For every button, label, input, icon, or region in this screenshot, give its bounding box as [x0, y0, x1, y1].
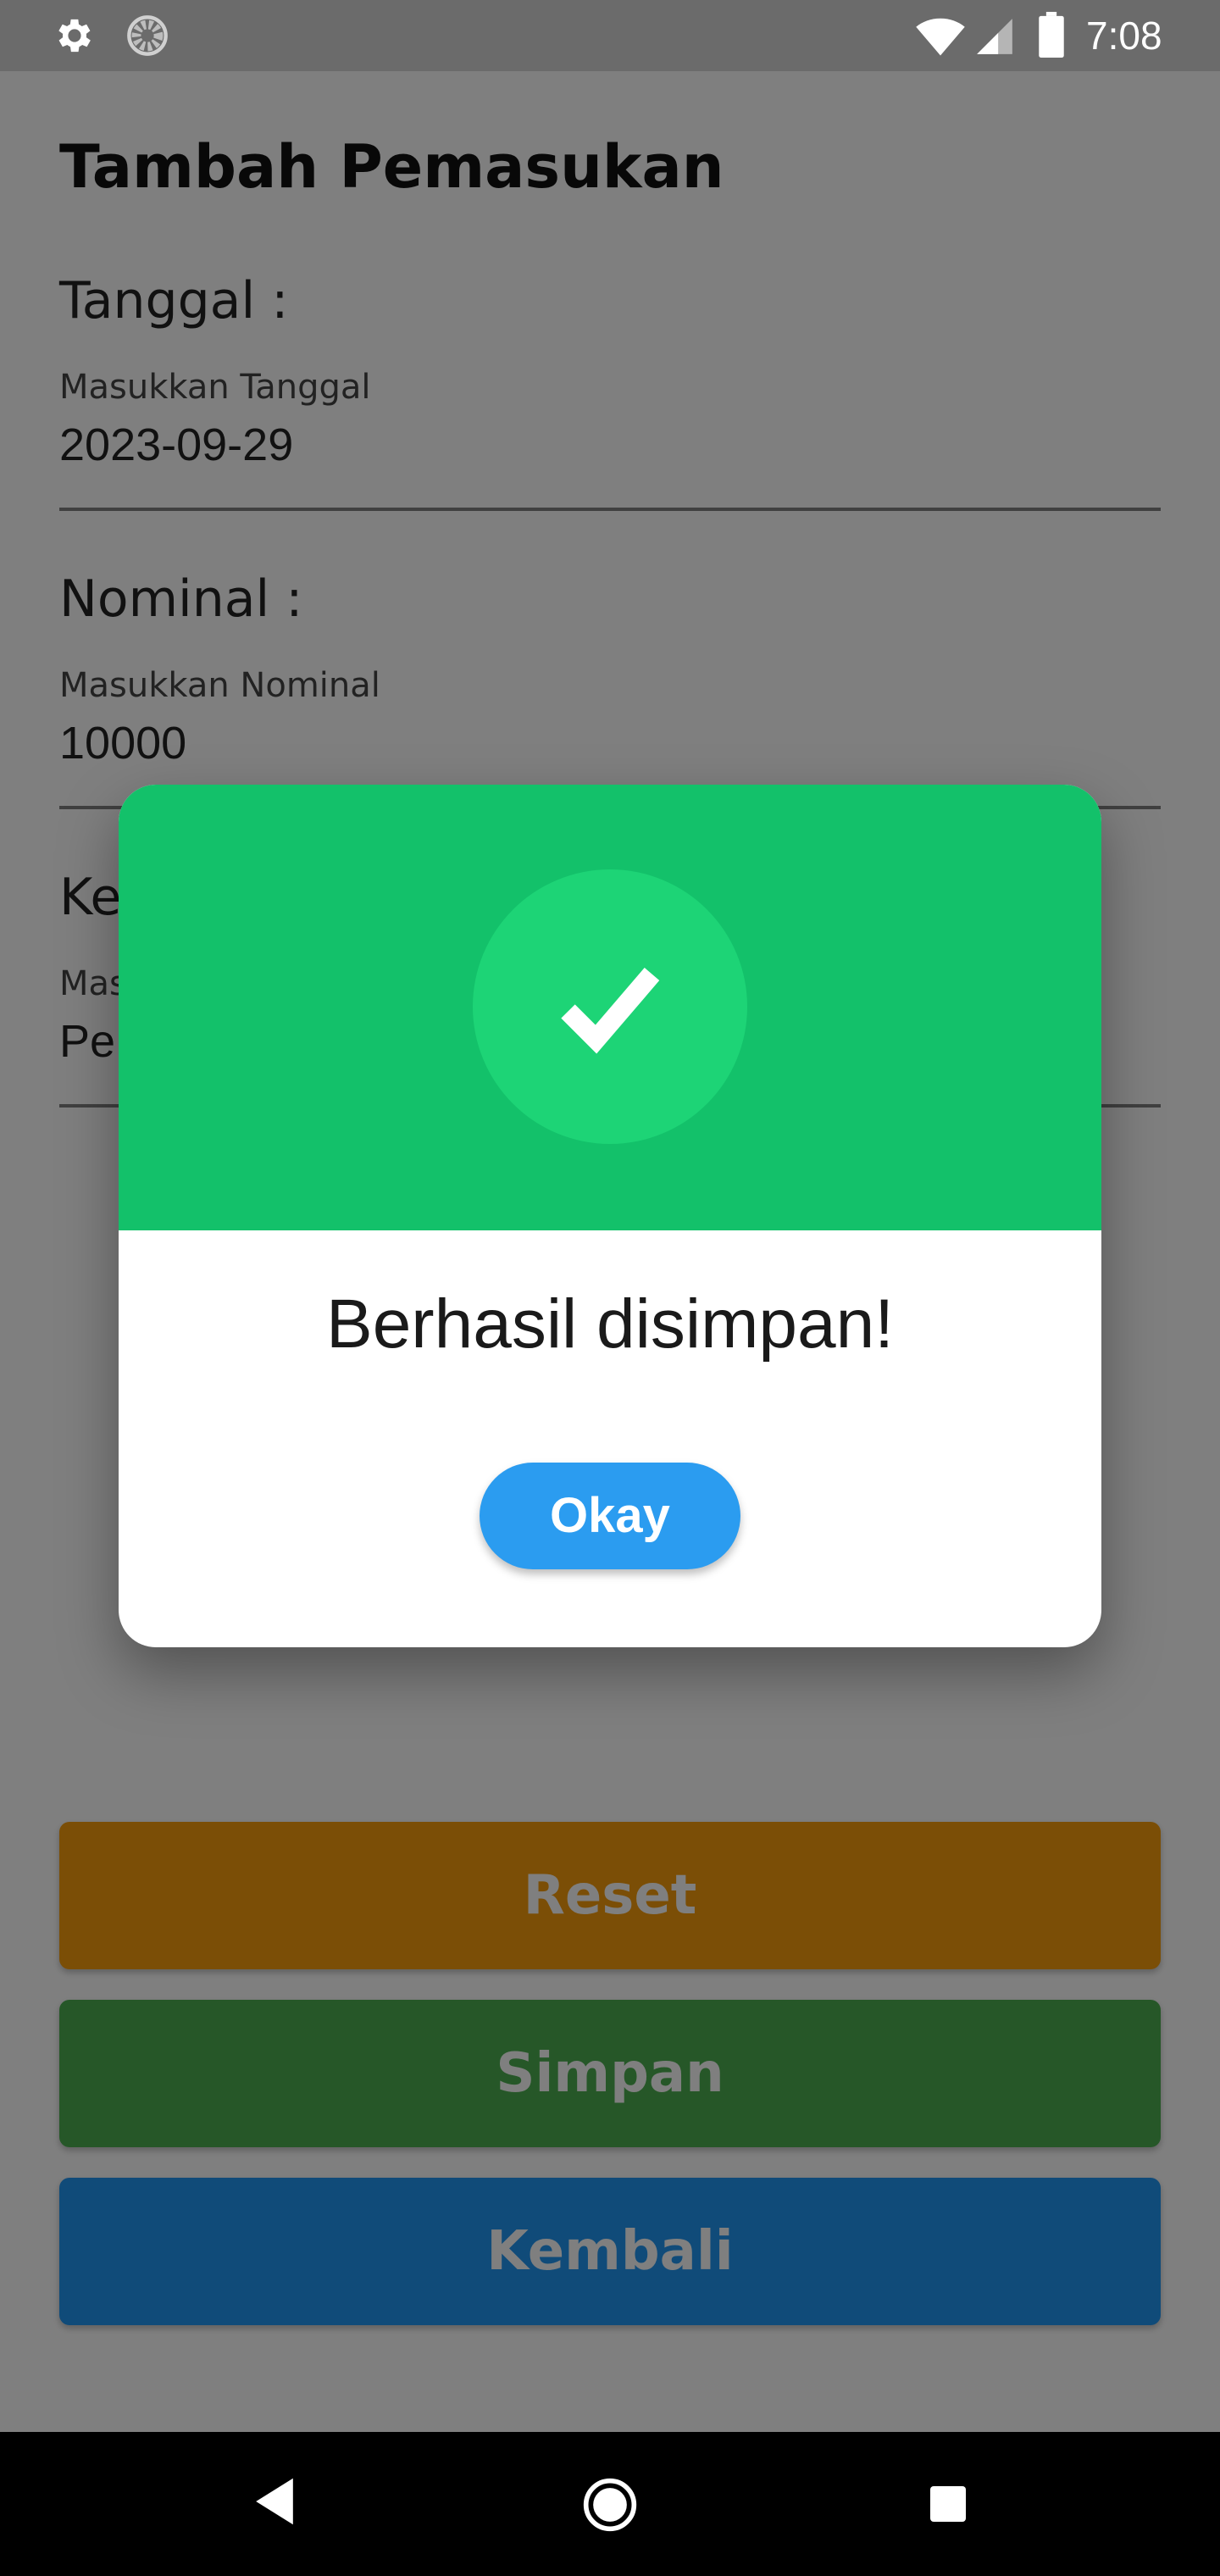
- back-icon[interactable]: [251, 2476, 298, 2527]
- wifi-icon: [916, 18, 965, 56]
- dialog-message: Berhasil disimpan!: [326, 1285, 894, 1363]
- battery-icon: [1039, 12, 1064, 58]
- spinner-icon: [127, 15, 168, 56]
- success-dialog: Berhasil disimpan! Okay: [119, 785, 1101, 1647]
- okay-button[interactable]: Okay: [480, 1463, 740, 1569]
- recents-icon[interactable]: [930, 2486, 966, 2522]
- checkmark-icon: [561, 967, 660, 1054]
- home-icon[interactable]: [581, 2476, 639, 2534]
- success-badge: [473, 869, 747, 1144]
- gear-icon: [58, 19, 91, 53]
- status-time: 7:08: [1086, 14, 1162, 58]
- status-bar: 7:08: [0, 0, 1220, 71]
- navigation-bar: [0, 2432, 1220, 2576]
- signal-icon: [977, 19, 1012, 54]
- dialog-header: [119, 785, 1101, 1230]
